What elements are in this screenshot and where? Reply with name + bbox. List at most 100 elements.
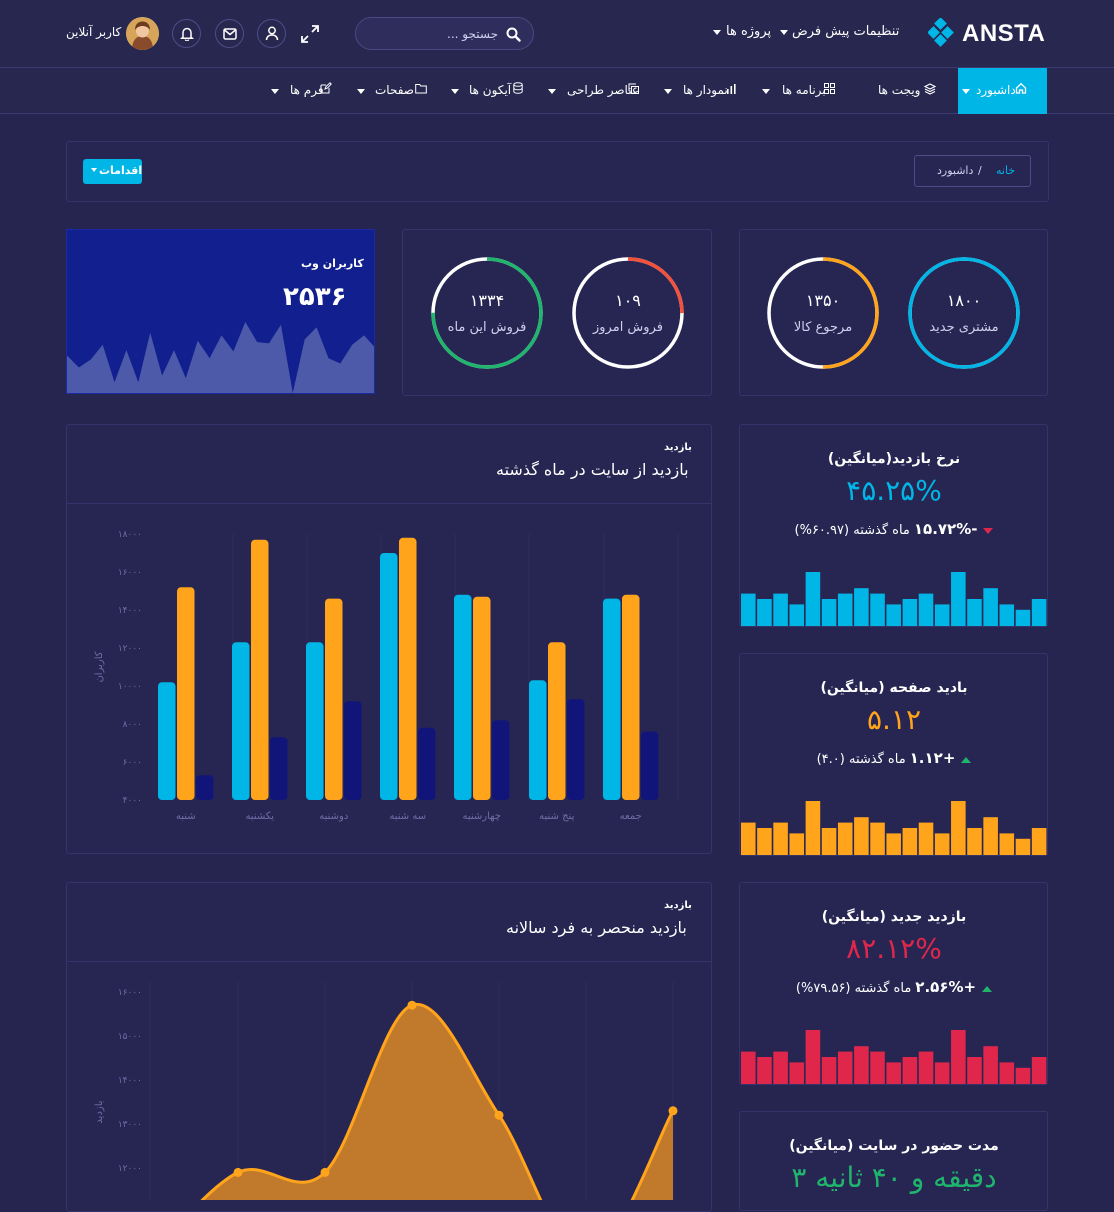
mini-bar: [1031, 599, 1047, 626]
nav-label: نمودار ها: [683, 83, 728, 97]
mini-bar: [934, 1062, 950, 1084]
nav-item-pages[interactable]: صفحات: [357, 68, 427, 114]
mini-bar: [821, 1057, 837, 1084]
stat-mini-bars: [741, 801, 1047, 855]
ring-label: فروش امروز: [593, 320, 663, 335]
layers-icon: [924, 83, 936, 95]
actions-label: اقدامات: [99, 164, 143, 177]
data-point[interactable]: [668, 1106, 678, 1116]
stat-title: بادید صفحه (میانگین): [820, 680, 968, 696]
menu-default-settings[interactable]: تنظیمات پیش فرض: [792, 24, 899, 39]
bar[interactable]: [548, 642, 566, 800]
chevron-down-icon: [664, 89, 672, 94]
mini-bar: [951, 572, 966, 626]
chevron-down-icon: [780, 30, 788, 35]
y-tick-label: ۱۸۰۰۰: [118, 530, 142, 540]
y-tick-label: ۱۳۰۰۰: [118, 1120, 142, 1130]
nav-item-apps[interactable]: برنامه ها: [762, 68, 837, 114]
search-input[interactable]: [370, 24, 498, 44]
bar[interactable]: [418, 727, 436, 800]
user-icon: [265, 26, 279, 41]
bar[interactable]: [399, 537, 417, 800]
search-icon[interactable]: [506, 27, 521, 42]
nav-item-dashboard[interactable]: داشبورد: [958, 68, 1047, 114]
chart-subtitle: بازدید: [664, 900, 692, 911]
menu-label: تنظیمات پیش فرض: [792, 24, 900, 39]
bar[interactable]: [306, 642, 324, 800]
mini-bar: [918, 1051, 934, 1084]
bar[interactable]: [251, 539, 269, 800]
y-tick-label: ۱۰۰۰۰: [118, 682, 142, 692]
fullscreen-icon[interactable]: [300, 24, 320, 44]
mini-bar: [741, 593, 756, 626]
ring-value: ۱۸۰۰: [946, 291, 982, 310]
data-point[interactable]: [233, 1167, 243, 1177]
bar[interactable]: [603, 598, 621, 800]
data-point[interactable]: [494, 1110, 504, 1120]
stat-mini-bars: [741, 1030, 1047, 1084]
mini-bar: [918, 593, 934, 626]
y-tick-label: ۱۴۰۰۰: [118, 1076, 142, 1086]
bar[interactable]: [492, 720, 510, 800]
mini-bar: [773, 593, 788, 626]
breadcrumb-card: [66, 141, 1049, 202]
x-tick-label: سه شنبه: [389, 811, 426, 822]
y-tick-label: ۱۶۰۰۰: [118, 568, 142, 578]
nav-item-forms[interactable]: فرم ها: [271, 68, 333, 114]
web-users-value: ۲۵۳۶: [283, 282, 347, 312]
notifications-button[interactable]: [172, 19, 201, 48]
mini-bar: [886, 604, 901, 626]
bar[interactable]: [325, 598, 343, 800]
mini-bar: [789, 604, 805, 626]
bar[interactable]: [641, 731, 659, 800]
bell-icon: [180, 27, 194, 41]
bar[interactable]: [232, 642, 250, 800]
stat-compare-text: ماه گذشته (۶۰.۹۷%): [794, 523, 910, 538]
mini-bar: [870, 1051, 885, 1084]
bar[interactable]: [567, 699, 585, 800]
mini-bar: [951, 801, 966, 855]
bar[interactable]: [196, 775, 214, 800]
bar[interactable]: [158, 682, 176, 800]
x-tick-label: یکشنبه: [245, 811, 274, 822]
bar[interactable]: [344, 701, 362, 800]
data-point[interactable]: [320, 1167, 330, 1177]
bar[interactable]: [177, 587, 195, 800]
avatar[interactable]: [126, 17, 159, 50]
bar[interactable]: [473, 596, 491, 800]
stat-value: ۳ دقیقه و ۴۰ ثانیه: [791, 1161, 997, 1194]
nav-item-elements[interactable]: عناصر طراحی: [548, 68, 640, 114]
menu-projects[interactable]: پروژه ها: [726, 24, 771, 39]
mini-bar: [1015, 1067, 1031, 1084]
bar[interactable]: [270, 737, 288, 800]
breadcrumb-separator: /: [978, 164, 982, 177]
mini-bar: [999, 604, 1015, 626]
stat-change: -۱۵.۷۲%: [913, 520, 978, 538]
data-point[interactable]: [407, 1000, 417, 1010]
ring-new-customers: [908, 257, 1020, 369]
breadcrumb-home[interactable]: خانه: [996, 164, 1015, 177]
nav-item-charts[interactable]: نمودار ها: [664, 68, 739, 114]
bar[interactable]: [380, 553, 398, 800]
logo-icon: [928, 18, 954, 47]
nav-item-widgets[interactable]: ویجت ها: [878, 68, 938, 114]
mini-bar: [757, 1057, 772, 1084]
bar[interactable]: [622, 594, 640, 800]
mini-bar: [773, 1051, 788, 1084]
mini-bar: [789, 1062, 805, 1084]
actions-button[interactable]: اقدامات: [83, 159, 142, 184]
bar[interactable]: [454, 594, 472, 800]
web-users-card: کاربران وب ۲۵۳۶: [66, 229, 375, 394]
profile-button[interactable]: [257, 19, 286, 48]
mini-bar: [902, 1057, 918, 1084]
y-tick-label: ۱۴۰۰۰: [118, 606, 142, 616]
mini-bar: [789, 833, 805, 855]
mini-bar: [854, 1046, 869, 1084]
search-box[interactable]: [355, 17, 534, 50]
nav-item-icons[interactable]: آیکون ها: [451, 68, 524, 114]
brand-name: ANSTA: [962, 20, 1046, 47]
messages-button[interactable]: [215, 19, 244, 48]
bar[interactable]: [529, 680, 547, 800]
x-tick-label: چهارشنبه: [463, 811, 501, 822]
chevron-down-icon: [962, 89, 970, 94]
